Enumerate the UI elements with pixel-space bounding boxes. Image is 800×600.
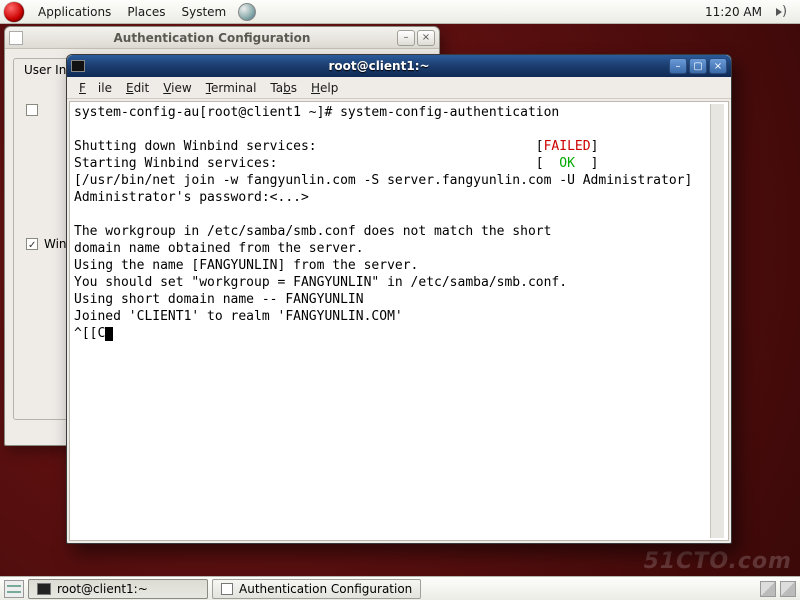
menu-edit[interactable]: Edit — [120, 79, 155, 97]
menu-tabs[interactable]: Tabs — [264, 79, 303, 97]
terminal-titlebar[interactable]: root@client1:~ – ▢ × — [67, 55, 731, 77]
term-line: Shutting down Winbind services: [ — [74, 139, 544, 154]
terminal-title: root@client1:~ — [89, 59, 669, 73]
system-menu[interactable]: System — [173, 0, 234, 24]
top-panel: Applications Places System 11:20 AM — [0, 0, 800, 24]
terminal-icon — [71, 60, 85, 72]
menu-view[interactable]: View — [157, 79, 197, 97]
checkbox-winbind-label: Win — [44, 237, 67, 251]
checkbox-winbind[interactable] — [26, 238, 38, 250]
term-line: The workgroup in /etc/samba/smb.conf doe… — [74, 224, 551, 239]
distro-icon[interactable] — [4, 2, 24, 22]
applications-menu[interactable]: Applications — [30, 0, 119, 24]
term-line: You should set "workgroup = FANGYUNLIN" … — [74, 275, 567, 290]
term-line: Starting Winbind services: [ — [74, 156, 559, 171]
term-line: ] — [575, 156, 598, 171]
menu-terminal[interactable]: Terminal — [200, 79, 263, 97]
taskbar-label: root@client1:~ — [57, 582, 148, 596]
auth-title: Authentication Configuration — [27, 31, 397, 45]
taskbar-label: Authentication Configuration — [239, 582, 412, 596]
term-line: Using the name [FANGYUNLIN] from the ser… — [74, 258, 418, 273]
cursor — [105, 327, 113, 341]
close-button[interactable]: × — [709, 58, 727, 74]
term-line: system-config-au[root@client1 ~]# system… — [74, 105, 559, 120]
checkbox-ldap-label — [44, 103, 48, 117]
term-line: domain name obtained from the server. — [74, 241, 364, 256]
taskbar-item-terminal[interactable]: root@client1:~ — [28, 579, 208, 599]
terminal-menubar: File Edit View Terminal Tabs Help — [67, 77, 731, 99]
term-line: Using short domain name -- FANGYUNLIN — [74, 292, 364, 307]
trash-icon[interactable] — [780, 581, 796, 597]
term-line: Administrator's password:<...> — [74, 190, 309, 205]
terminal-window[interactable]: root@client1:~ – ▢ × File Edit View Term… — [66, 54, 732, 544]
window-icon — [9, 31, 23, 45]
taskbar-item-authconfig[interactable]: Authentication Configuration — [212, 579, 421, 599]
status-ok: OK — [559, 156, 575, 171]
bottom-panel: root@client1:~ Authentication Configurat… — [0, 576, 800, 600]
maximize-button[interactable]: ▢ — [689, 58, 707, 74]
minimize-button[interactable]: – — [397, 30, 415, 46]
terminal-content[interactable]: system-config-au[root@client1 ~]# system… — [74, 104, 710, 538]
window-icon — [221, 583, 233, 595]
term-line: ] — [591, 139, 599, 154]
menu-help[interactable]: Help — [305, 79, 344, 97]
term-line: Joined 'CLIENT1' to realm 'FANGYUNLIN.CO… — [74, 309, 403, 324]
terminal-body[interactable]: system-config-au[root@client1 ~]# system… — [69, 101, 729, 541]
terminal-scrollbar[interactable] — [710, 104, 724, 538]
term-line: [/usr/bin/net join -w fangyunlin.com -S … — [74, 173, 692, 188]
terminal-icon — [37, 583, 51, 595]
clock[interactable]: 11:20 AM — [697, 0, 770, 24]
auth-titlebar[interactable]: Authentication Configuration – × — [5, 27, 439, 49]
places-menu[interactable]: Places — [119, 0, 173, 24]
volume-icon[interactable] — [774, 3, 792, 21]
minimize-button[interactable]: – — [669, 58, 687, 74]
browser-launcher-icon[interactable] — [238, 3, 256, 21]
term-line: ^[[C — [74, 326, 105, 341]
status-failed: FAILED — [544, 139, 591, 154]
menu-file[interactable]: File — [73, 79, 118, 97]
workspace-switcher[interactable] — [760, 581, 776, 597]
close-button[interactable]: × — [417, 30, 435, 46]
checkbox-ldap[interactable] — [26, 104, 38, 116]
watermark: 51CTO.com — [644, 549, 792, 574]
show-desktop-button[interactable] — [4, 580, 24, 598]
